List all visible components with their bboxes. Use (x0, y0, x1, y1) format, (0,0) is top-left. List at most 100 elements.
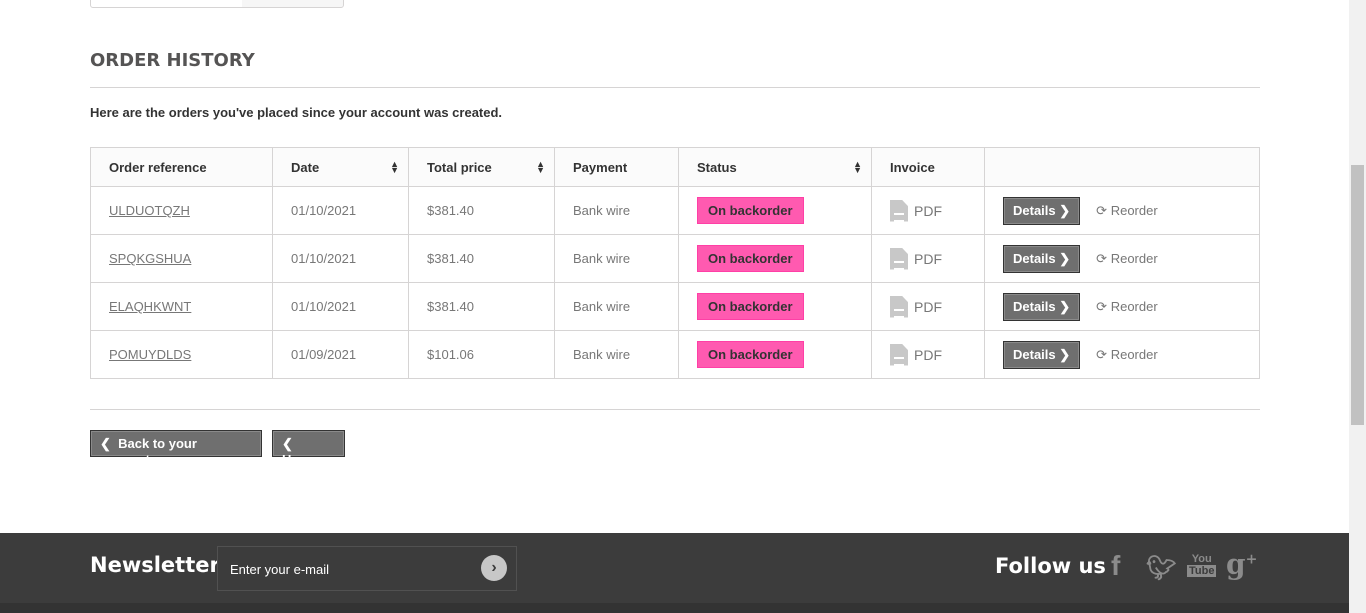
pdf-label: PDF (914, 298, 942, 315)
status-badge: On backorder (697, 341, 804, 368)
chevron-left-icon: ❮ (100, 436, 115, 451)
pdf-label: PDF (914, 346, 942, 363)
follow-us-heading: Follow us (995, 554, 1106, 578)
order-date: 01/09/2021 (272, 330, 409, 379)
order-invoice: PDF (871, 330, 985, 379)
reorder-label: Reorder (1110, 202, 1158, 218)
back-to-account-button[interactable]: ❮ Back to your account. (90, 430, 262, 467)
table-row: SPQKGSHUA 01/10/2021 $381.40 Bank wire O… (90, 234, 1260, 283)
chevron-right-icon: ❯ (1059, 346, 1071, 362)
scrollbar-thumb[interactable] (1351, 165, 1364, 425)
order-reference: POMUYDLDS (90, 330, 273, 379)
order-total: $381.40 (408, 282, 555, 331)
button-label: Back to your account. (100, 436, 197, 467)
button-label: Details (1013, 346, 1056, 362)
file-icon (890, 247, 908, 270)
footer: Newsletter Enter your e-mail › Follow us… (0, 533, 1349, 613)
order-status: On backorder (678, 330, 872, 379)
order-reference-link[interactable]: ELAQHKWNT (109, 299, 191, 314)
order-payment: Bank wire (554, 186, 679, 235)
header-total-price[interactable]: Total price ▲ ▼ (408, 147, 555, 187)
order-actions: Details ❯ ⟳ Reorder (984, 330, 1260, 379)
details-button[interactable]: Details ❯ (1003, 196, 1081, 225)
newsletter-email-input[interactable]: Enter your e-mail (217, 546, 517, 591)
button-label: Details (1013, 202, 1056, 218)
header-actions (984, 147, 1260, 187)
file-icon (890, 199, 908, 222)
reorder-link[interactable]: ⟳ Reorder (1096, 299, 1158, 314)
details-button[interactable]: Details ❯ (1003, 292, 1081, 321)
status-badge: On backorder (697, 293, 804, 320)
sort-icon[interactable]: ▲ ▼ (536, 160, 545, 175)
button-label: Details (1013, 298, 1056, 314)
order-reference-link[interactable]: ULDUOTQZH (109, 203, 190, 218)
pdf-link[interactable]: PDF (890, 199, 966, 222)
home-button[interactable]: ❮ Home (272, 430, 345, 467)
sort-icon[interactable]: ▲ ▼ (853, 160, 862, 175)
pdf-link[interactable]: PDF (890, 247, 966, 270)
header-label: Status (697, 159, 737, 175)
table-row: POMUYDLDS 01/09/2021 $101.06 Bank wire O… (90, 330, 1260, 379)
order-date: 01/10/2021 (272, 234, 409, 283)
reorder-link[interactable]: ⟳ Reorder (1096, 347, 1158, 362)
order-payment: Bank wire (554, 234, 679, 283)
order-total: $381.40 (408, 234, 555, 283)
order-total: $381.40 (408, 186, 555, 235)
details-button[interactable]: Details ❯ (1003, 340, 1081, 369)
chevron-left-icon: ❮ (282, 436, 297, 451)
order-reference: ULDUOTQZH (90, 186, 273, 235)
header-order-reference: Order reference (90, 147, 273, 187)
order-reference: ELAQHKWNT (90, 282, 273, 331)
breadcrumb[interactable] (90, 0, 344, 8)
table-row: ELAQHKWNT 01/10/2021 $381.40 Bank wire O… (90, 282, 1260, 331)
youtube-icon[interactable]: You Tube (1187, 553, 1217, 577)
order-payment: Bank wire (554, 330, 679, 379)
order-invoice: PDF (871, 234, 985, 283)
footer-bottom-bar (0, 603, 1349, 613)
header-status[interactable]: Status ▲ ▼ (678, 147, 872, 187)
order-total: $101.06 (408, 330, 555, 379)
refresh-icon: ⟳ (1096, 346, 1108, 362)
order-date: 01/10/2021 (272, 282, 409, 331)
refresh-icon: ⟳ (1096, 250, 1108, 266)
chevron-right-icon: ❯ (1059, 202, 1071, 218)
order-date: 01/10/2021 (272, 186, 409, 235)
twitter-icon[interactable]: 🐦︎ (1146, 553, 1176, 582)
page-title: ORDER HISTORY (90, 50, 255, 71)
google-plus-icon[interactable]: g+ (1226, 548, 1257, 581)
pdf-label: PDF (914, 250, 942, 267)
order-reference-link[interactable]: POMUYDLDS (109, 347, 191, 362)
facebook-icon[interactable]: f (1111, 550, 1120, 582)
order-actions: Details ❯ ⟳ Reorder (984, 234, 1260, 283)
reorder-label: Reorder (1110, 346, 1158, 362)
status-badge: On backorder (697, 245, 804, 272)
refresh-icon: ⟳ (1096, 202, 1108, 218)
order-status: On backorder (678, 234, 872, 283)
file-icon (890, 343, 908, 366)
reorder-link[interactable]: ⟳ Reorder (1096, 203, 1158, 218)
header-date[interactable]: Date ▲ ▼ (272, 147, 409, 187)
table-row: ULDUOTQZH 01/10/2021 $381.40 Bank wire O… (90, 186, 1260, 235)
order-actions: Details ❯ ⟳ Reorder (984, 186, 1260, 235)
reorder-link[interactable]: ⟳ Reorder (1096, 251, 1158, 266)
status-badge: On backorder (697, 197, 804, 224)
pdf-link[interactable]: PDF (890, 295, 966, 318)
order-actions: Details ❯ ⟳ Reorder (984, 282, 1260, 331)
details-button[interactable]: Details ❯ (1003, 244, 1081, 273)
header-payment: Payment (554, 147, 679, 187)
reorder-label: Reorder (1110, 250, 1158, 266)
order-invoice: PDF (871, 186, 985, 235)
chevron-right-icon: ❯ (1059, 298, 1071, 314)
reorder-label: Reorder (1110, 298, 1158, 314)
order-reference: SPQKGSHUA (90, 234, 273, 283)
sort-icon[interactable]: ▲ ▼ (390, 160, 399, 175)
button-label: Details (1013, 250, 1056, 266)
pdf-link[interactable]: PDF (890, 343, 966, 366)
order-status: On backorder (678, 186, 872, 235)
newsletter-heading: Newsletter (90, 553, 220, 577)
refresh-icon: ⟳ (1096, 298, 1108, 314)
order-reference-link[interactable]: SPQKGSHUA (109, 251, 191, 266)
submit-arrow-icon[interactable]: › (481, 555, 507, 581)
header-label: Total price (427, 159, 492, 175)
order-invoice: PDF (871, 282, 985, 331)
